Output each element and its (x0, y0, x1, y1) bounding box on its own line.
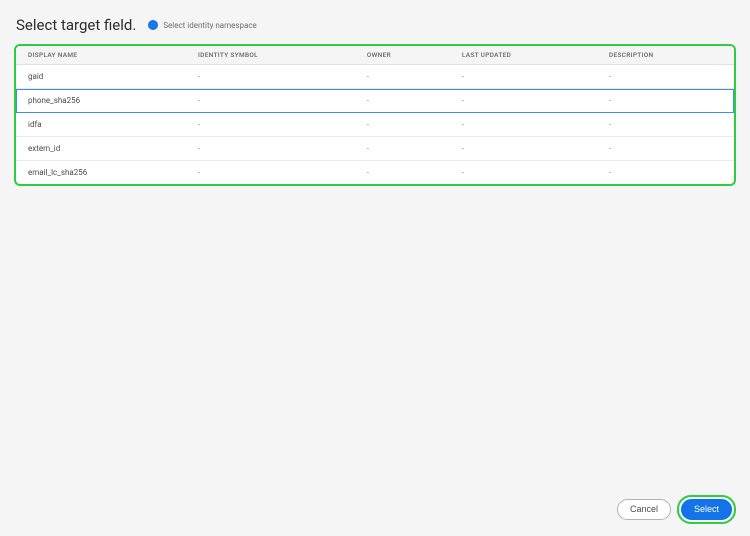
cell-value: - (597, 89, 734, 113)
cell-display-name: gaid (16, 65, 186, 89)
dialog-title: Select target field. (16, 16, 136, 34)
cell-value: - (355, 89, 450, 113)
table-row[interactable]: email_lc_sha256---- (16, 161, 734, 185)
cell-value: - (355, 65, 450, 89)
cell-value: - (597, 137, 734, 161)
cell-value: - (186, 161, 355, 185)
cell-value: - (186, 89, 355, 113)
identity-table: DISPLAY NAME IDENTITY SYMBOL OWNER LAST … (16, 46, 734, 184)
select-button-highlight: Select (677, 495, 736, 524)
cell-value: - (597, 161, 734, 185)
cell-value: - (355, 113, 450, 137)
cell-value: - (355, 137, 450, 161)
table-row[interactable]: phone_sha256---- (16, 89, 734, 113)
table-row[interactable]: idfa---- (16, 113, 734, 137)
cell-display-name: email_lc_sha256 (16, 161, 186, 185)
dialog-header: Select target field. Select identity nam… (0, 0, 750, 44)
cell-display-name: idfa (16, 113, 186, 137)
cell-value: - (186, 137, 355, 161)
col-last-updated[interactable]: LAST UPDATED (450, 46, 597, 65)
table-row[interactable]: gaid---- (16, 65, 734, 89)
cell-display-name: extern_id (16, 137, 186, 161)
col-display-name[interactable]: DISPLAY NAME (16, 46, 186, 65)
cell-display-name: phone_sha256 (16, 89, 186, 113)
cell-value: - (450, 137, 597, 161)
table-header-row: DISPLAY NAME IDENTITY SYMBOL OWNER LAST … (16, 46, 734, 65)
col-owner[interactable]: OWNER (355, 46, 450, 65)
cell-value: - (186, 65, 355, 89)
cell-value: - (355, 161, 450, 185)
radio-identity-namespace[interactable]: Select identity namespace (148, 20, 256, 30)
cell-value: - (186, 113, 355, 137)
col-description[interactable]: DESCRIPTION (597, 46, 734, 65)
cell-value: - (450, 113, 597, 137)
cell-value: - (450, 65, 597, 89)
cell-value: - (450, 89, 597, 113)
table-row[interactable]: extern_id---- (16, 137, 734, 161)
dialog-footer: Cancel Select (617, 495, 736, 524)
identity-table-container: DISPLAY NAME IDENTITY SYMBOL OWNER LAST … (14, 44, 736, 186)
col-identity-symbol[interactable]: IDENTITY SYMBOL (186, 46, 355, 65)
cell-value: - (450, 161, 597, 185)
radio-label: Select identity namespace (163, 21, 256, 30)
cancel-button[interactable]: Cancel (617, 499, 671, 520)
radio-selected-icon (148, 20, 158, 30)
cell-value: - (597, 65, 734, 89)
cell-value: - (597, 113, 734, 137)
select-button[interactable]: Select (681, 499, 732, 520)
